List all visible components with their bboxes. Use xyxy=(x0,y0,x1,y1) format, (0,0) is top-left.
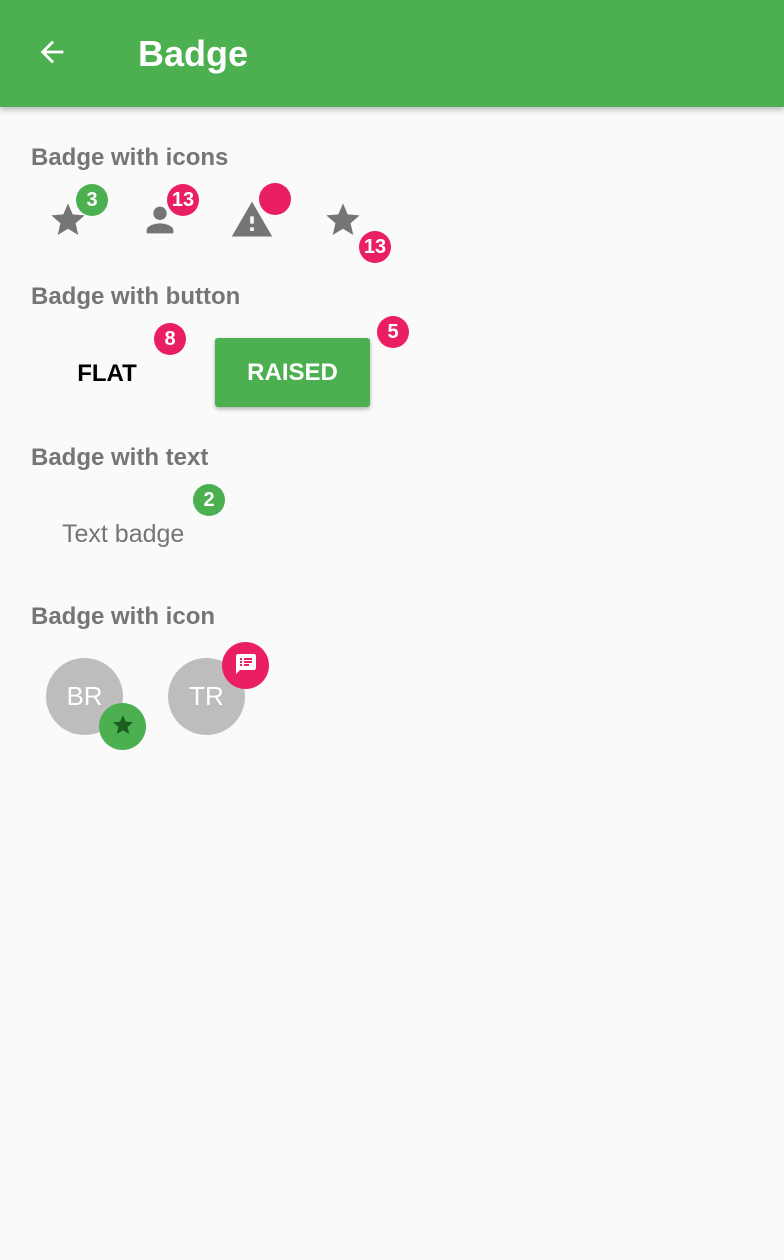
page-title: Badge xyxy=(138,33,249,74)
button-badge: 8 xyxy=(154,323,186,355)
section-title-button: Badge with button xyxy=(31,283,241,310)
section-title-text: Badge with text xyxy=(31,444,209,471)
flat-button[interactable]: FLAT xyxy=(46,342,168,406)
avatar-badge xyxy=(99,703,146,750)
back-button[interactable] xyxy=(24,26,80,82)
app-bar: Badge xyxy=(0,0,784,107)
arrow-back-icon xyxy=(35,35,69,74)
button-badge: 5 xyxy=(377,316,409,348)
icon-badge: 3 xyxy=(76,184,108,216)
message-icon xyxy=(234,652,258,680)
text-badge-label: Text badge xyxy=(62,520,185,548)
icon-badge: 13 xyxy=(167,184,199,216)
text-badge: 2 xyxy=(193,484,225,516)
star-icon xyxy=(111,713,135,741)
icon-badge: 13 xyxy=(359,231,391,263)
avatar-badge xyxy=(222,642,269,689)
raised-button[interactable]: RAISED xyxy=(215,338,370,407)
section-title-icon: Badge with icon xyxy=(31,603,216,630)
star-icon[interactable] xyxy=(323,200,363,245)
dot-badge xyxy=(259,183,291,215)
section-title-icons: Badge with icons xyxy=(31,144,229,171)
